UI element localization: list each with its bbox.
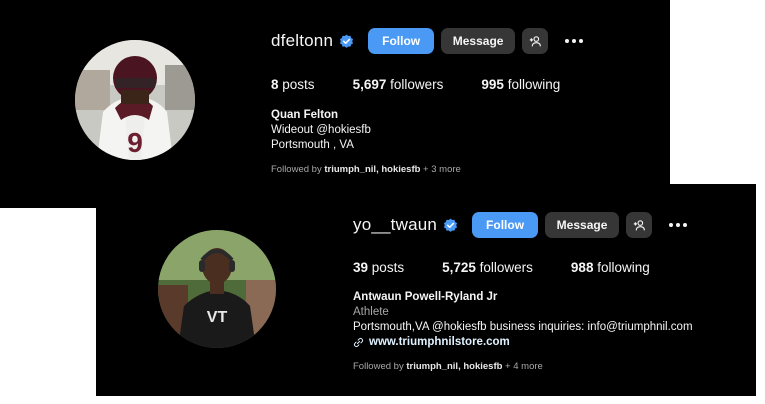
svg-text:VT: VT bbox=[207, 309, 228, 326]
link-icon bbox=[353, 337, 364, 348]
svg-text:9: 9 bbox=[127, 127, 143, 158]
more-options-icon[interactable] bbox=[565, 39, 584, 43]
following-count[interactable]: 988 following bbox=[571, 260, 650, 275]
profile-stats: 39 posts 5,725 followers 988 following bbox=[353, 260, 688, 275]
bio-link-text[interactable]: www.triumphnilstore.com bbox=[369, 335, 510, 350]
suggested-accounts-button[interactable] bbox=[522, 28, 549, 54]
profile-photo: VT bbox=[158, 230, 276, 348]
add-user-icon bbox=[633, 219, 645, 230]
profile-photo: 9 bbox=[75, 40, 195, 160]
verified-badge-icon bbox=[443, 218, 458, 232]
following-count[interactable]: 995 following bbox=[481, 77, 560, 92]
profile-stats: 8 posts 5,697 followers 995 following bbox=[271, 77, 598, 92]
follow-button[interactable]: Follow bbox=[368, 28, 435, 54]
bio: Antwaun Powell-Ryland Jr Athlete Portsmo… bbox=[353, 290, 693, 350]
username: yo__twaun bbox=[353, 215, 438, 234]
suggested-accounts-button[interactable] bbox=[626, 212, 653, 238]
profile-header-yo__twaun: VT yo__twaun Follow Message 39 posts 5,7… bbox=[96, 184, 756, 396]
username: dfeltonn bbox=[271, 31, 334, 50]
message-button[interactable]: Message bbox=[441, 28, 516, 54]
verified-badge-icon bbox=[340, 34, 354, 48]
posts-count: 8 posts bbox=[271, 77, 315, 92]
bio-location: Portsmouth , VA bbox=[271, 139, 354, 151]
message-button[interactable]: Message bbox=[545, 212, 620, 238]
profile-actions-row: dfeltonn Follow Message bbox=[271, 28, 584, 54]
follow-button[interactable]: Follow bbox=[472, 212, 539, 238]
full-name: Antwaun Powell-Ryland Jr bbox=[353, 291, 498, 303]
bio: Quan Felton Wideout @hokiesfb Portsmouth… bbox=[271, 108, 371, 153]
followers-count[interactable]: 5,725 followers bbox=[442, 260, 533, 275]
followed-by[interactable]: Followed by triumph_nil, hokiesfb + 3 mo… bbox=[271, 164, 461, 175]
followers-count[interactable]: 5,697 followers bbox=[353, 77, 444, 92]
posts-count: 39 posts bbox=[353, 260, 405, 275]
profile-header-dfeltonn: 9 dfeltonn Follow Message 8 posts 5,697 … bbox=[0, 0, 670, 208]
followed-by[interactable]: Followed by triumph_nil, hokiesfb + 4 mo… bbox=[353, 361, 543, 372]
bio-line: Wideout @hokiesfb bbox=[271, 124, 371, 136]
more-options-icon[interactable] bbox=[669, 223, 688, 227]
profile-actions-row: yo__twaun Follow Message bbox=[353, 212, 688, 238]
avatar[interactable]: VT bbox=[158, 230, 276, 348]
category-label: Athlete bbox=[353, 306, 389, 318]
full-name: Quan Felton bbox=[271, 109, 339, 121]
bio-line: Portsmouth,VA @hokiesfb business inquiri… bbox=[353, 321, 693, 333]
bio-link[interactable]: www.triumphnilstore.com bbox=[353, 335, 693, 350]
add-user-icon bbox=[529, 35, 541, 46]
avatar[interactable]: 9 bbox=[75, 40, 195, 160]
